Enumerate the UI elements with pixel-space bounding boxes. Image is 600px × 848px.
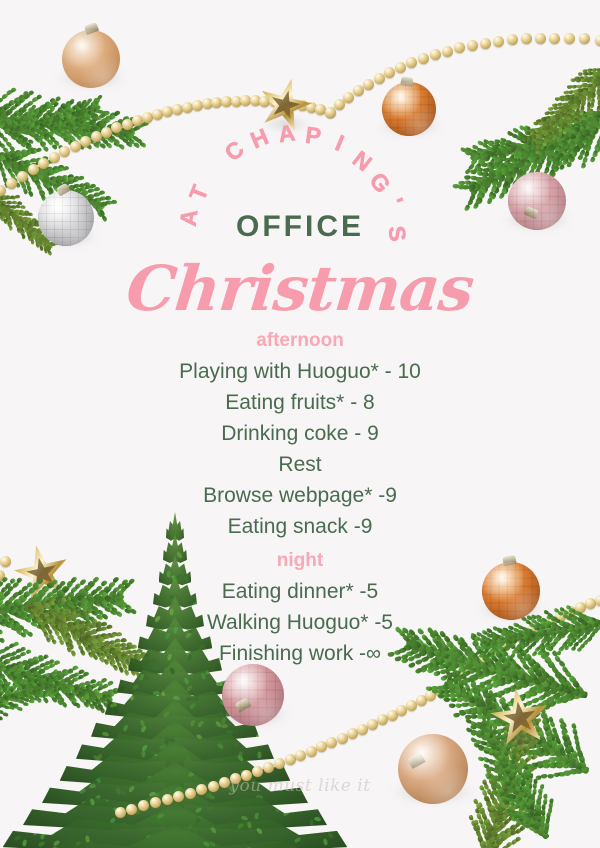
afternoon-schedule-block: afternoon Playing with Huoguo* - 10 Eatin…: [0, 330, 600, 542]
christmas-script-title: Christmas: [0, 252, 600, 325]
poster-content: A T C H A P I N G ' S OFFICE Christmas afternoon P…: [0, 0, 600, 848]
arc-title-letter: G: [364, 167, 396, 198]
schedule-item: Walking Huoguo* -5: [0, 607, 600, 638]
schedule-item: Eating snack -9: [0, 511, 600, 542]
section-heading-afternoon: afternoon: [0, 330, 600, 352]
schedule-item: Eating fruits* - 8: [0, 387, 600, 418]
schedule-item: Eating dinner* -5: [0, 576, 600, 607]
afternoon-item-list: Playing with Huoguo* - 10 Eating fruits* …: [0, 356, 600, 542]
christmas-poster: A T C H A P I N G ' S OFFICE Christmas afternoon P…: [0, 0, 600, 848]
section-heading-night: night: [0, 550, 600, 572]
arc-title-letter: P: [304, 122, 323, 151]
schedule-item: Browse webpage* -9: [0, 480, 600, 511]
watermark-text: you must like it: [0, 776, 600, 796]
schedule-item: Playing with Huoguo* - 10: [0, 356, 600, 387]
arc-title-letter: T: [184, 181, 214, 204]
night-schedule-block: night Eating dinner* -5 Walking Huoguo* -…: [0, 550, 600, 669]
arc-title-letter: ': [382, 194, 409, 209]
arc-title-letter: A: [276, 119, 296, 148]
arc-title-letter: C: [219, 135, 249, 167]
arc-title-letter: I: [332, 130, 348, 157]
schedule-item: Finishing work -∞: [0, 638, 600, 669]
schedule-item: Drinking coke - 9: [0, 418, 600, 449]
arc-title-letter: H: [246, 123, 272, 154]
night-item-list: Eating dinner* -5 Walking Huoguo* -5 Finis…: [0, 576, 600, 669]
office-title: OFFICE: [0, 210, 600, 244]
arc-title-letter: N: [347, 145, 377, 177]
schedule-item: Rest: [0, 449, 600, 480]
